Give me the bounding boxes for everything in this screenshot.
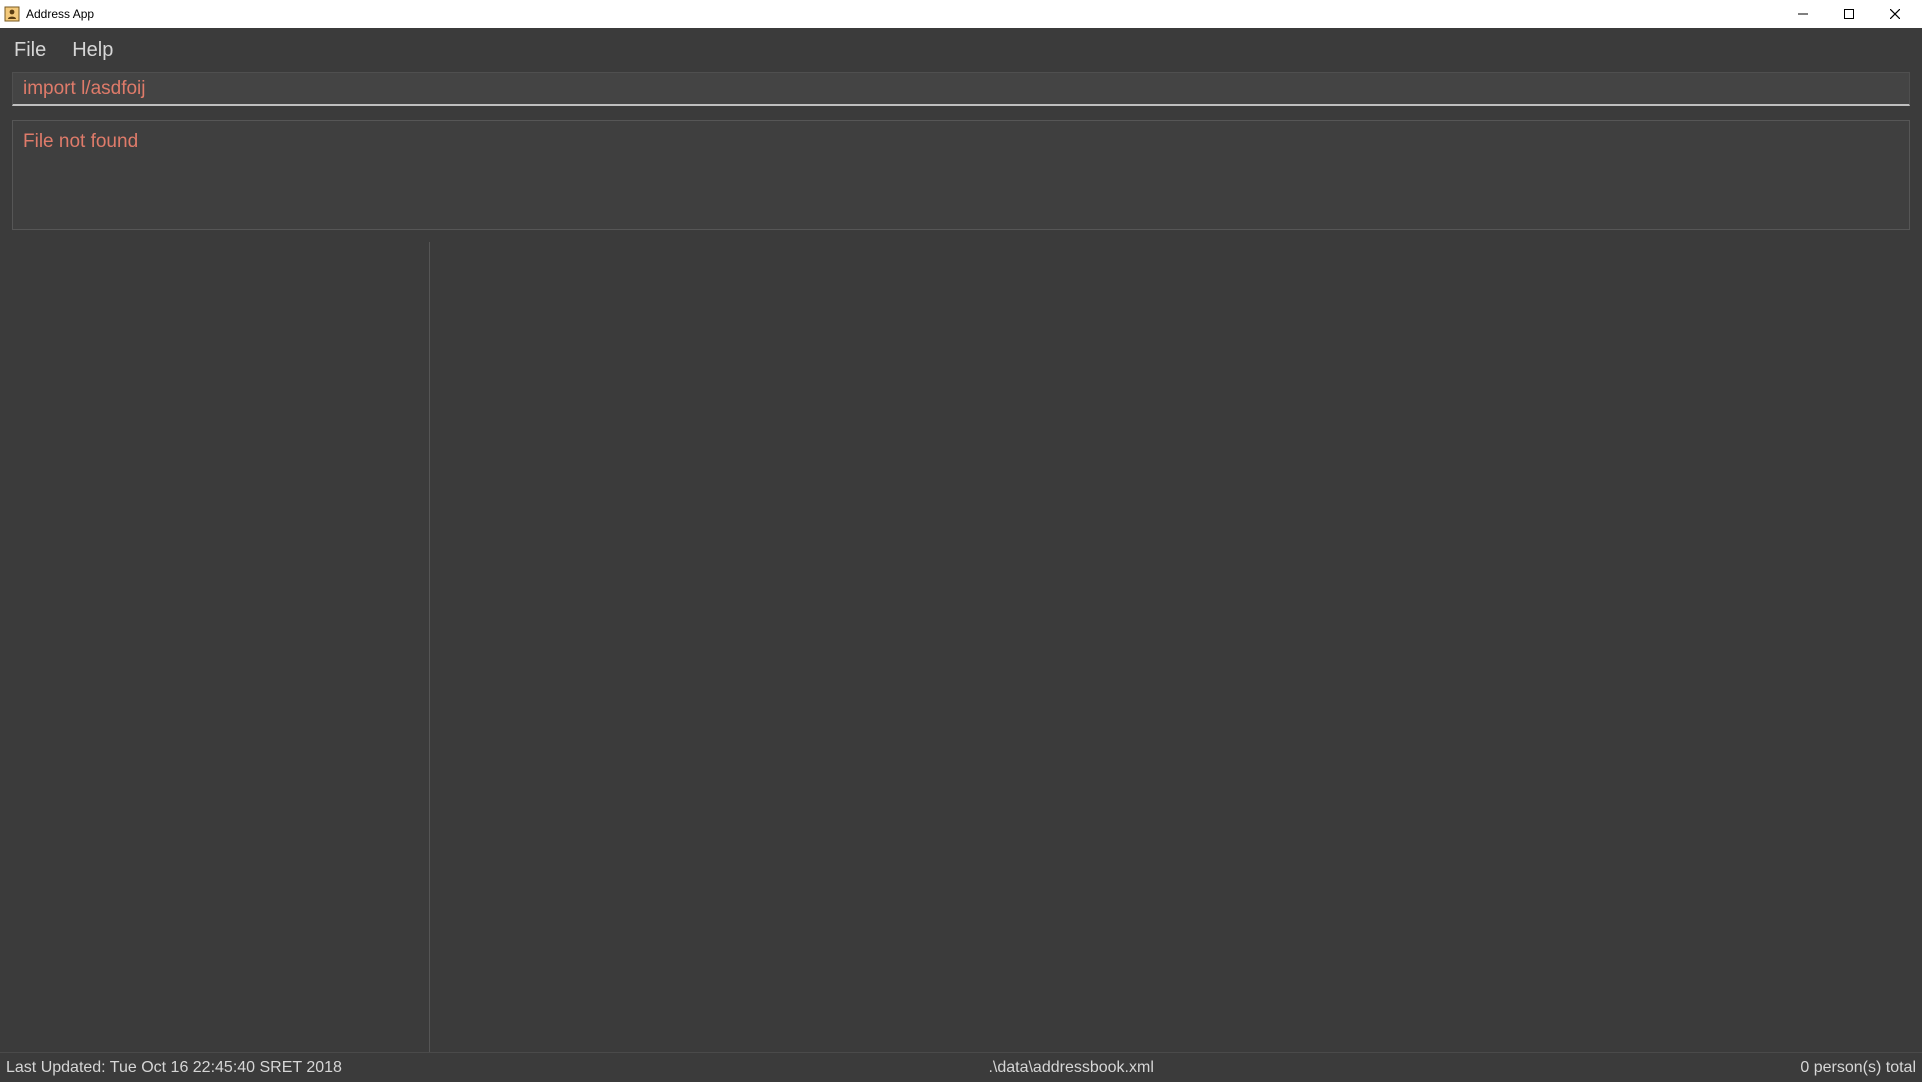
menu-file[interactable]: File	[10, 37, 50, 64]
app-window: Address App File Help	[0, 0, 1922, 1082]
maximize-button[interactable]	[1826, 0, 1872, 28]
status-last-updated: Last Updated: Tue Oct 16 22:45:40 SRET 2…	[6, 1059, 342, 1077]
command-input-wrap[interactable]	[12, 72, 1910, 106]
app-body: File Help File not found Last Updated: T…	[0, 28, 1922, 1082]
person-list-pane[interactable]	[0, 242, 430, 1052]
title-bar: Address App	[0, 0, 1922, 28]
minimize-button[interactable]	[1780, 0, 1826, 28]
close-button[interactable]	[1872, 0, 1918, 28]
window-title: Address App	[26, 7, 94, 21]
status-count: 0 person(s) total	[1800, 1059, 1916, 1077]
main-content	[0, 242, 1922, 1052]
detail-pane	[430, 242, 1922, 1052]
command-area	[0, 72, 1922, 106]
result-message-box: File not found	[12, 120, 1910, 230]
status-bar: Last Updated: Tue Oct 16 22:45:40 SRET 2…	[0, 1052, 1922, 1082]
menu-help[interactable]: Help	[68, 37, 117, 64]
app-icon	[4, 6, 20, 22]
result-message-text: File not found	[23, 131, 138, 152]
command-input[interactable]	[23, 78, 1899, 100]
menu-bar: File Help	[0, 28, 1922, 72]
status-file-path: .\data\addressbook.xml	[342, 1059, 1800, 1077]
window-controls	[1780, 0, 1918, 28]
